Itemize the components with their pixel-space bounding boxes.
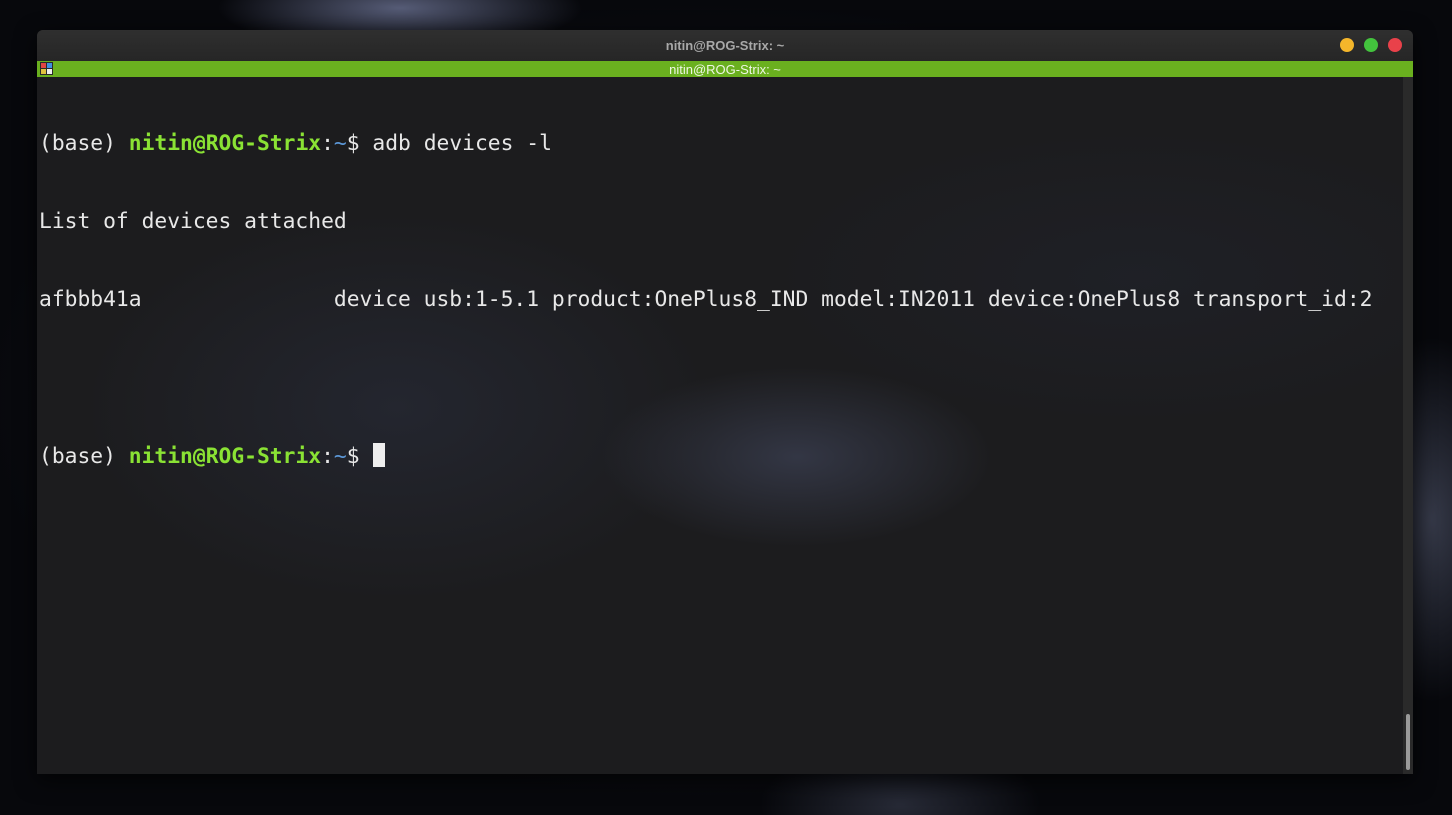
- prompt-path: ~: [333, 131, 347, 156]
- terminator-grid-icon[interactable]: [40, 62, 53, 75]
- text-cursor: [372, 443, 385, 467]
- output-line: afbbb41a device usb:1-5.1 product:OnePlu…: [39, 287, 1373, 312]
- terminal-window: nitin@ROG-Strix: ~ nitin@ROG-Strix: ~ (b…: [37, 30, 1413, 774]
- command-text: adb devices -l: [372, 131, 552, 156]
- prompt-symbol: $: [346, 131, 373, 156]
- output-line: List of devices attached: [39, 209, 347, 234]
- prompt-separator: :: [321, 444, 334, 469]
- terminal-output: (base) nitin@ROG-Strix:~$ adb devices -l…: [39, 79, 1372, 521]
- prompt-line: (base) nitin@ROG-Strix:~$ adb devices -l: [39, 131, 1372, 157]
- minimize-button[interactable]: [1340, 38, 1354, 52]
- close-button[interactable]: [1388, 38, 1402, 52]
- prompt-userhost: nitin@ROG-Strix: [128, 444, 322, 469]
- conda-env: (base): [39, 131, 129, 156]
- scrollbar[interactable]: [1403, 77, 1413, 774]
- prompt-line: (base) nitin@ROG-Strix:~$: [39, 443, 1372, 469]
- tab-title: nitin@ROG-Strix: ~: [669, 61, 781, 77]
- conda-env: (base): [39, 444, 129, 469]
- terminal-area[interactable]: (base) nitin@ROG-Strix:~$ adb devices -l…: [37, 77, 1413, 774]
- prompt-symbol: $: [346, 444, 360, 469]
- scrollbar-thumb[interactable]: [1406, 714, 1410, 770]
- maximize-button[interactable]: [1364, 38, 1378, 52]
- prompt-userhost: nitin@ROG-Strix: [128, 131, 322, 156]
- window-controls: [1340, 38, 1402, 52]
- prompt-separator: :: [321, 131, 334, 156]
- prompt-path: ~: [333, 444, 347, 469]
- title-bar[interactable]: nitin@ROG-Strix: ~: [37, 30, 1413, 61]
- window-title: nitin@ROG-Strix: ~: [665, 38, 785, 53]
- terminal-tab-bar[interactable]: nitin@ROG-Strix: ~: [37, 61, 1413, 77]
